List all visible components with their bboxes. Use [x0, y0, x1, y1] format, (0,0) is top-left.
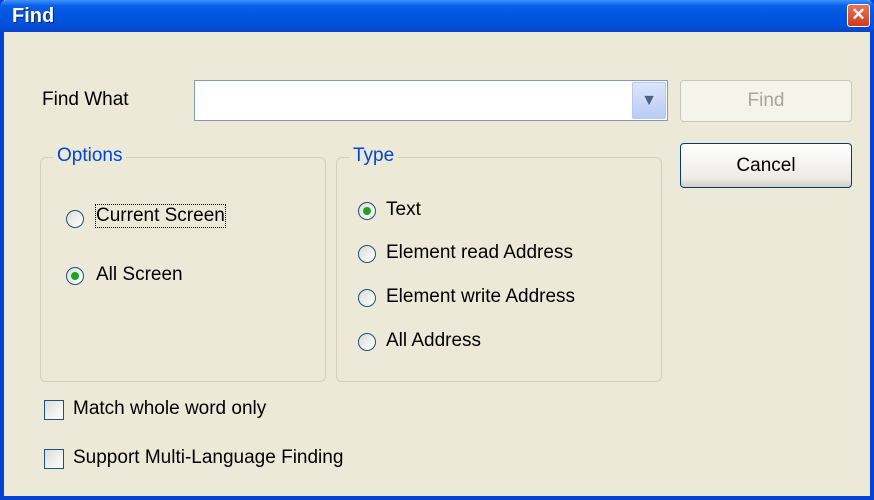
- find-button[interactable]: Find: [680, 80, 852, 122]
- title-bar[interactable]: Find ✕: [0, 0, 874, 32]
- find-what-label: Find What: [42, 89, 129, 110]
- radio-element-write-address[interactable]: [358, 289, 376, 307]
- match-whole-word-label: Match whole word only: [73, 398, 267, 419]
- find-what-input[interactable]: [197, 83, 631, 119]
- cancel-button[interactable]: Cancel: [680, 143, 852, 188]
- radio-all-address[interactable]: [358, 333, 376, 351]
- radio-element-write-address-label: Element write Address: [386, 286, 576, 307]
- find-button-label: Find: [747, 90, 785, 111]
- multi-language-checkbox[interactable]: [44, 449, 64, 469]
- cancel-button-label: Cancel: [736, 155, 796, 176]
- radio-current-screen[interactable]: [66, 210, 84, 228]
- match-whole-word-checkbox[interactable]: [44, 400, 64, 420]
- radio-current-screen-label: Current Screen: [95, 204, 226, 228]
- radio-all-screen[interactable]: [66, 267, 84, 285]
- close-button[interactable]: ✕: [847, 4, 870, 27]
- find-what-dropdown-button[interactable]: ▼: [632, 82, 666, 119]
- radio-element-read-address-label: Element read Address: [386, 242, 573, 263]
- chevron-down-icon: ▼: [641, 92, 657, 109]
- radio-all-screen-label: All Screen: [96, 264, 183, 285]
- window-title: Find: [12, 5, 55, 27]
- radio-element-read-address[interactable]: [358, 245, 376, 263]
- find-what-combobox[interactable]: ▼: [194, 80, 668, 121]
- radio-all-address-label: All Address: [386, 330, 482, 351]
- options-group: Options: [40, 145, 326, 382]
- radio-text-label: Text: [386, 199, 421, 220]
- find-dialog: Find ✕ Find What ▼ Find Cancel Options C…: [0, 0, 874, 500]
- options-group-title: Options: [53, 145, 127, 167]
- radio-text[interactable]: [358, 202, 376, 220]
- close-icon: ✕: [851, 5, 866, 24]
- type-group: Type: [336, 145, 662, 382]
- multi-language-label: Support Multi-Language Finding: [73, 447, 344, 468]
- type-group-title: Type: [349, 145, 399, 167]
